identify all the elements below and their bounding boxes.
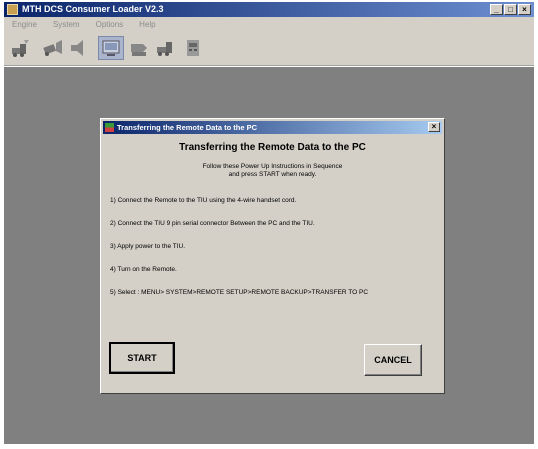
toolbar-button-tiu[interactable] bbox=[126, 36, 152, 60]
cancel-button[interactable]: CANCEL bbox=[364, 344, 422, 376]
maximize-button[interactable]: □ bbox=[504, 4, 517, 15]
toolbar-button-remote[interactable] bbox=[180, 36, 206, 60]
intro-line-1: Follow these Power Up Instructions in Se… bbox=[202, 163, 343, 170]
speaker-icon bbox=[71, 40, 83, 56]
tiu-load-icon bbox=[131, 44, 147, 56]
engine-sounds-icon bbox=[43, 40, 62, 56]
dialog-heading: Transferring the Remote Data to the PC bbox=[179, 142, 366, 153]
step-4: 4) Turn on the Remote. bbox=[110, 266, 177, 273]
dialog-title: Transferring the Remote Data to the PC bbox=[117, 123, 258, 132]
menu-engine[interactable]: Engine bbox=[12, 20, 37, 29]
window-controls: _ □ × bbox=[490, 4, 531, 15]
dialog-intro: Follow these Power Up Instructions in Se… bbox=[101, 163, 444, 179]
power-pc-icon bbox=[157, 42, 172, 56]
toolbar-button-engine-load[interactable] bbox=[8, 36, 34, 60]
remote-transfer-icon bbox=[102, 40, 120, 56]
app-title: MTH DCS Consumer Loader V2.3 bbox=[22, 4, 164, 14]
menu-options[interactable]: Options bbox=[96, 20, 124, 29]
step-1: 1) Connect the Remote to the TIU using t… bbox=[110, 197, 297, 204]
menu-bar: Engine System Options Help bbox=[4, 17, 534, 32]
toolbar-button-remote-transfer[interactable] bbox=[98, 36, 124, 60]
app-icon bbox=[7, 4, 18, 15]
menu-system[interactable]: System bbox=[53, 20, 80, 29]
toolbar-button-sounds-2[interactable] bbox=[66, 36, 92, 60]
dialog-icon bbox=[105, 123, 114, 132]
engine-load-icon bbox=[12, 40, 29, 57]
intro-line-2: and press START when ready. bbox=[228, 171, 317, 178]
menu-help[interactable]: Help bbox=[139, 20, 155, 29]
step-3: 3) Apply power to the TIU. bbox=[110, 243, 186, 250]
app-titlebar[interactable]: MTH DCS Consumer Loader V2.3 _ □ × bbox=[4, 2, 534, 17]
start-button[interactable]: START bbox=[109, 342, 175, 374]
step-2: 2) Connect the TIU 9 pin serial connecto… bbox=[110, 220, 315, 227]
toolbar bbox=[4, 32, 534, 66]
dialog-close-button[interactable]: × bbox=[428, 122, 440, 132]
dialog-titlebar[interactable]: Transferring the Remote Data to the PC × bbox=[103, 121, 442, 134]
remote-icon bbox=[187, 40, 199, 56]
toolbar-button-engine-sounds[interactable] bbox=[40, 36, 66, 60]
minimize-button[interactable]: _ bbox=[490, 4, 503, 15]
transfer-dialog: Transferring the Remote Data to the PC ×… bbox=[100, 118, 445, 394]
app-window: MTH DCS Consumer Loader V2.3 _ □ × Engin… bbox=[0, 0, 538, 449]
close-button[interactable]: × bbox=[518, 4, 531, 15]
step-5: 5) Select : MENU> SYSTEM>REMOTE SETUP>RE… bbox=[110, 289, 369, 296]
toolbar-button-pc[interactable] bbox=[152, 36, 178, 60]
